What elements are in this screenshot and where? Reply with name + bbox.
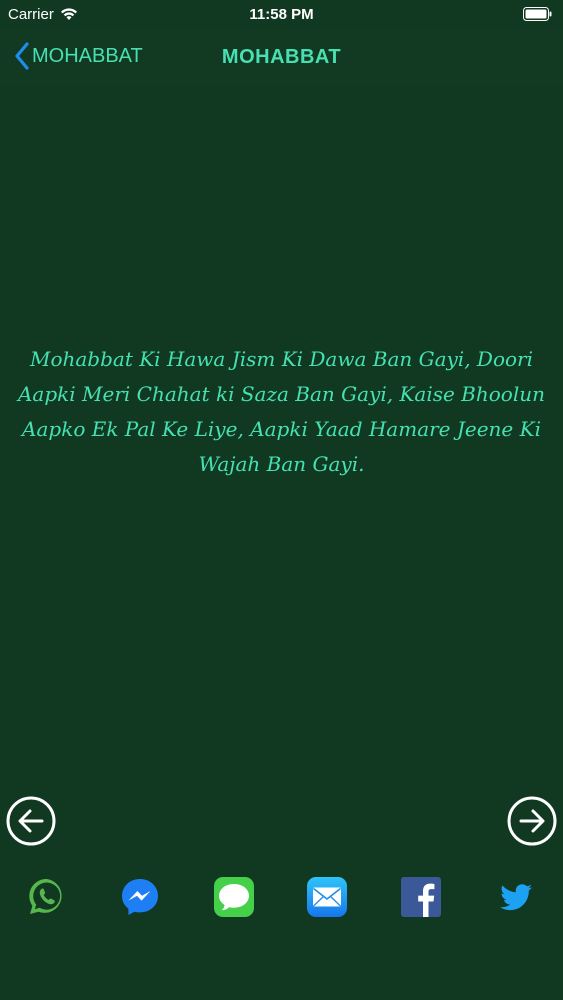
arrow-left-circle-icon: [6, 796, 56, 846]
navigation-bar: MOHABBAT MOHABBAT: [0, 30, 563, 86]
quote-text: Mohabbat Ki Hawa Jism Ki Dawa Ban Gayi, …: [17, 347, 545, 476]
next-button[interactable]: [506, 795, 558, 847]
mail-share-button[interactable]: [306, 876, 348, 918]
share-bar: [0, 876, 563, 922]
status-bar: Carrier 11:58 PM: [0, 0, 563, 30]
messenger-icon: [122, 879, 158, 915]
messages-share-button[interactable]: [213, 876, 255, 918]
mail-icon: [307, 877, 347, 917]
page-title: MOHABBAT: [221, 46, 342, 68]
whatsapp-share-button[interactable]: [26, 876, 68, 918]
facebook-icon: [401, 877, 441, 917]
messenger-share-button[interactable]: [119, 876, 161, 918]
status-time: 11:58 PM: [249, 6, 314, 23]
twitter-icon: [500, 884, 532, 911]
facebook-share-button[interactable]: [400, 876, 442, 918]
twitter-share-button[interactable]: [495, 876, 537, 918]
arrow-right-circle-icon: [507, 796, 557, 846]
messages-icon: [214, 877, 254, 917]
battery-icon: [523, 7, 552, 21]
previous-button[interactable]: [5, 795, 57, 847]
whatsapp-icon: [29, 878, 62, 914]
